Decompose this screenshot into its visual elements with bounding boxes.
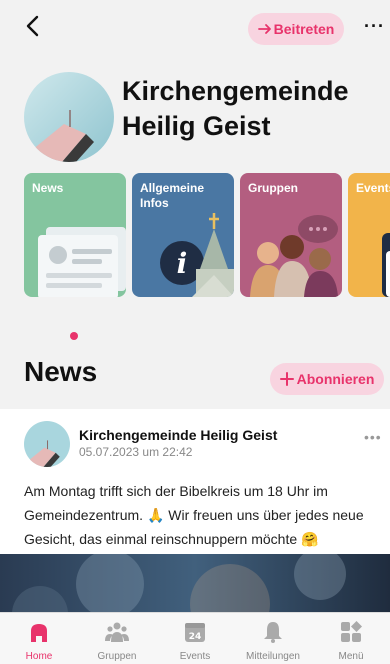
- tab-label: Gruppen: [97, 651, 137, 662]
- calendar-day-number: 24: [189, 632, 202, 642]
- tab-events[interactable]: 24 Events: [156, 613, 234, 664]
- post-body: Am Montag trifft sich der Bibelkreis um …: [24, 483, 364, 547]
- category-card-label: News: [32, 181, 64, 195]
- tab-home[interactable]: Home: [0, 613, 78, 664]
- bottom-tab-bar: Home Gruppen 24 Events Mitteilungen Menü: [0, 612, 390, 664]
- tab-notifications[interactable]: Mitteilungen: [234, 613, 312, 664]
- post-timestamp: 05.07.2023 um 22:42: [79, 445, 193, 459]
- category-card-news[interactable]: News: [24, 173, 126, 297]
- calendar-icon: 24: [185, 623, 205, 642]
- post-author-avatar[interactable]: [24, 421, 70, 467]
- post-image[interactable]: [0, 554, 390, 621]
- tab-label: Menü: [338, 651, 364, 662]
- tab-groups[interactable]: Gruppen: [78, 613, 156, 664]
- category-card-label: Allgemeine Infos: [140, 181, 205, 210]
- tab-label: Mitteilungen: [246, 651, 300, 662]
- tab-label: Events: [179, 651, 211, 662]
- subscribe-button-label: Abonnieren: [296, 371, 375, 387]
- category-card-label: Gruppen: [248, 181, 298, 195]
- back-button[interactable]: [22, 14, 46, 38]
- menu-grid-icon: [341, 621, 362, 642]
- top-bar: Beitreten ···: [0, 0, 390, 52]
- plus-icon: [279, 372, 294, 386]
- people-icon: [105, 622, 129, 642]
- svg-text:i: i: [177, 247, 188, 280]
- group-avatar: [24, 72, 114, 162]
- post-more-button[interactable]: •••: [364, 429, 382, 445]
- news-heading: News: [24, 356, 98, 387]
- arrow-right-icon: [257, 24, 271, 34]
- page-title: Kirchengemeinde Heilig Geist: [122, 76, 349, 141]
- category-card-events[interactable]: Events: [348, 173, 390, 297]
- news-post[interactable]: Kirchengemeinde Heilig Geist 05.07.2023 …: [0, 409, 390, 621]
- bell-icon: [264, 622, 282, 643]
- join-button[interactable]: Beitreten: [248, 13, 344, 45]
- home-icon: [31, 624, 47, 642]
- subscribe-button[interactable]: Abonnieren: [270, 363, 384, 395]
- category-card-label: Events: [356, 181, 390, 195]
- tab-label: Home: [25, 651, 53, 662]
- chevron-left-icon: [26, 15, 39, 37]
- tab-menu[interactable]: Menü: [312, 613, 390, 664]
- category-card-groups[interactable]: Gruppen: [240, 173, 342, 297]
- category-card-general-info[interactable]: i Allgemeine Infos: [132, 173, 234, 297]
- carousel-page-indicator: [70, 332, 78, 340]
- post-author-name[interactable]: Kirchengemeinde Heilig Geist: [79, 427, 277, 443]
- more-options-button[interactable]: ···: [364, 16, 385, 36]
- join-button-label: Beitreten: [273, 21, 335, 37]
- category-carousel[interactable]: News i Allgemeine Infos Gruppen Event: [24, 173, 390, 297]
